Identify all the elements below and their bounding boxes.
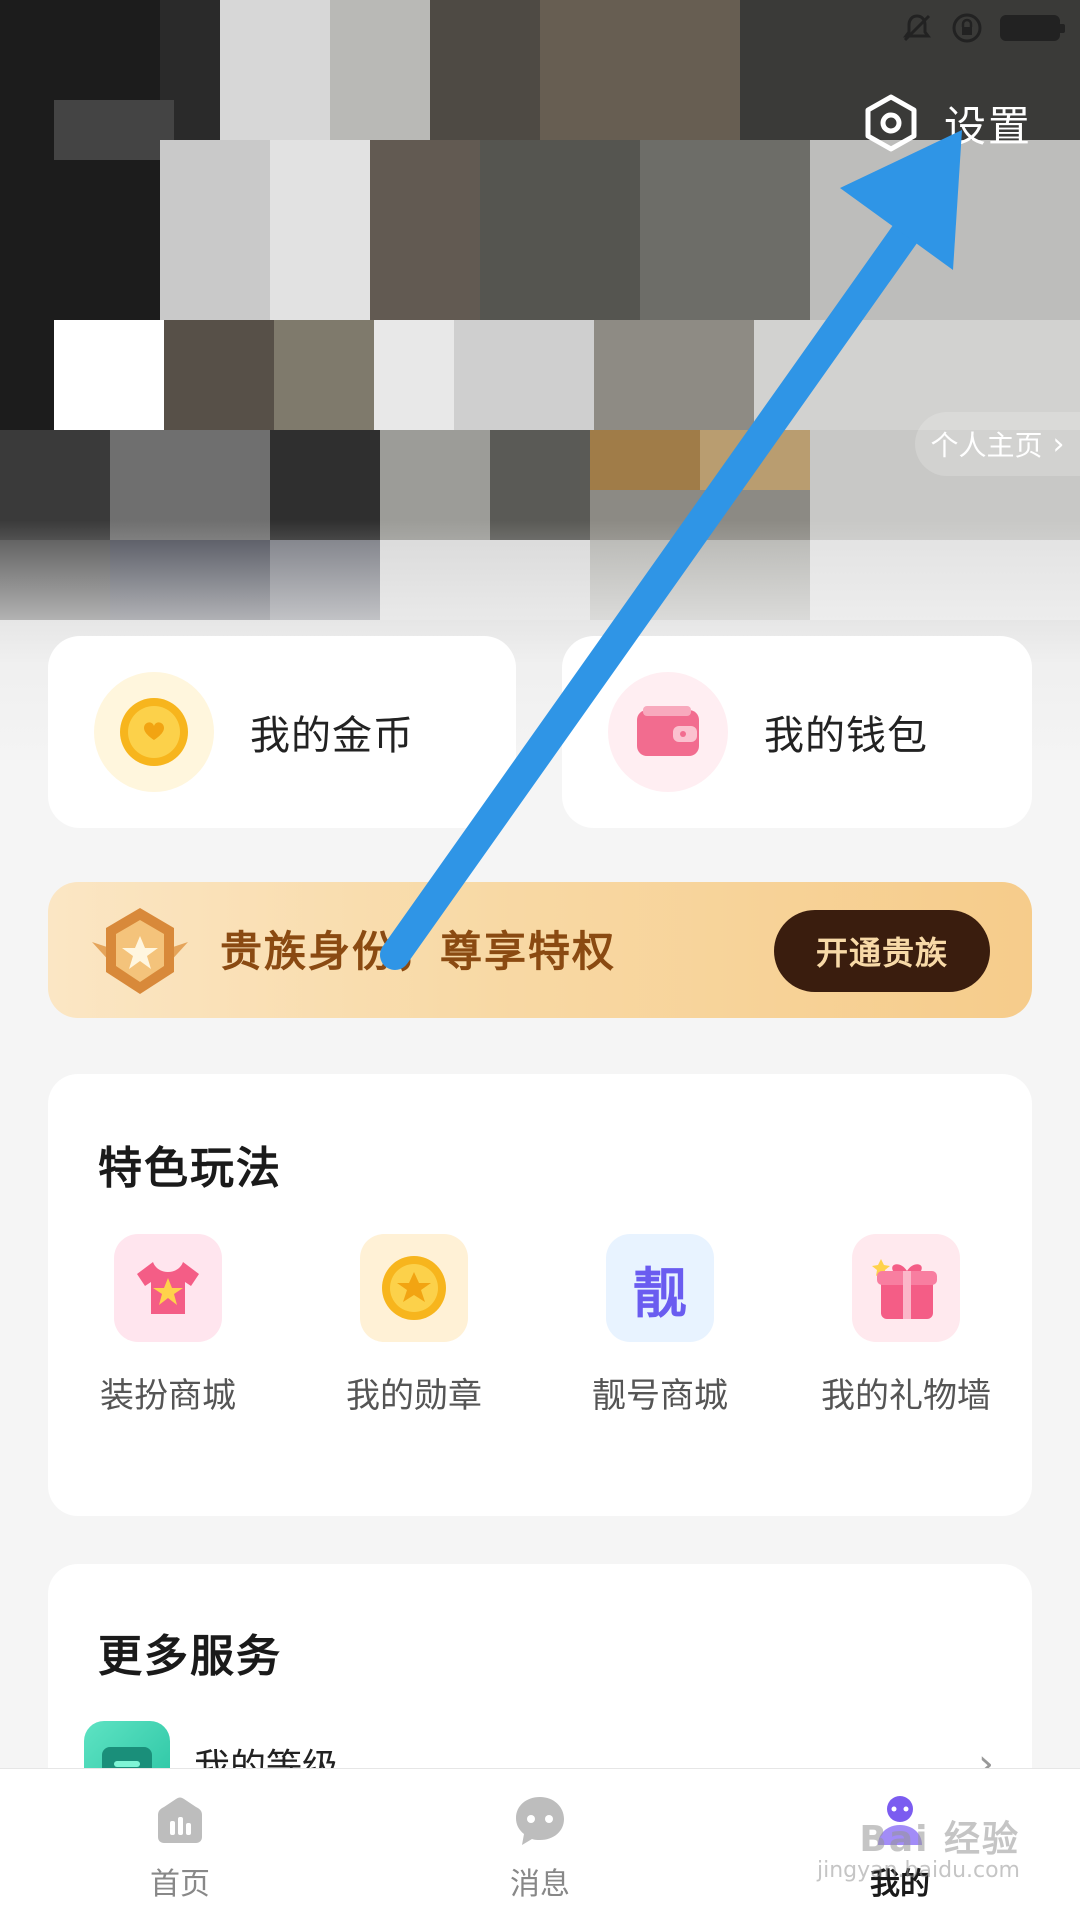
medal-icon [360, 1234, 468, 1342]
settings-label: 设置 [943, 101, 1032, 151]
open-noble-button[interactable]: 开通贵族 [774, 910, 990, 992]
noble-banner-text: 贵族身份，尊享特权 [220, 927, 617, 976]
gift-wall-icon [852, 1234, 960, 1342]
tab-label: 消息 [510, 1867, 570, 1902]
feature-my-medals[interactable]: 我的勋章 [294, 1234, 534, 1434]
watermark-url: jingyan.baidu.com [816, 1858, 1020, 1883]
my-coins-card[interactable]: 我的金币 [48, 636, 516, 828]
feature-outfit-shop[interactable]: 装扮商城 [48, 1234, 288, 1434]
feature-gift-wall[interactable]: 我的礼物墙 [786, 1234, 1026, 1434]
profile-homepage-label: 个人主页 [930, 429, 1043, 462]
settings-button[interactable]: 设置 [860, 88, 1032, 158]
feature-premium-id-shop[interactable]: 靓 靓号商城 [540, 1234, 780, 1434]
wallet-icon [608, 672, 728, 792]
more-services-title: 更多服务 [98, 1631, 282, 1682]
premium-id-glyph: 靓 [633, 1261, 687, 1325]
settings-hexagon-icon [860, 92, 922, 154]
tab-home[interactable]: 首页 [90, 1793, 270, 1913]
home-icon [158, 1797, 202, 1843]
my-coins-label: 我的金币 [250, 713, 414, 759]
tab-messages[interactable]: 消息 [450, 1793, 630, 1913]
outfit-shop-icon [114, 1234, 222, 1342]
premium-id-icon: 靓 [606, 1234, 714, 1342]
feature-label: 装扮商城 [100, 1376, 236, 1416]
battery-icon [1000, 15, 1065, 41]
rotation-lock-icon [952, 13, 982, 43]
bell-muted-icon [903, 14, 931, 42]
profile-homepage-link[interactable]: 个人主页 › [915, 412, 1080, 476]
feature-label: 我的勋章 [346, 1376, 482, 1416]
feature-label: 我的礼物墙 [821, 1376, 991, 1416]
features-title: 特色玩法 [98, 1143, 282, 1194]
noble-membership-banner[interactable]: 贵族身份，尊享特权 开通贵族 [48, 882, 1032, 1018]
feature-label: 靓号商城 [592, 1376, 728, 1416]
tab-label: 首页 [150, 1867, 210, 1902]
features-panel: 特色玩法 装扮商城 我的勋章 靓 靓号商城 我的礼物墙 [48, 1074, 1032, 1516]
message-icon [516, 1797, 564, 1845]
my-wallet-label: 我的钱包 [764, 713, 928, 759]
my-wallet-card[interactable]: 我的钱包 [562, 636, 1032, 828]
chevron-right-icon: › [1052, 426, 1065, 462]
gold-coin-icon [94, 672, 214, 792]
watermark-brand: Bai 经验 [859, 1819, 1020, 1860]
status-bar [900, 8, 1065, 48]
noble-badge-icon [92, 908, 188, 994]
